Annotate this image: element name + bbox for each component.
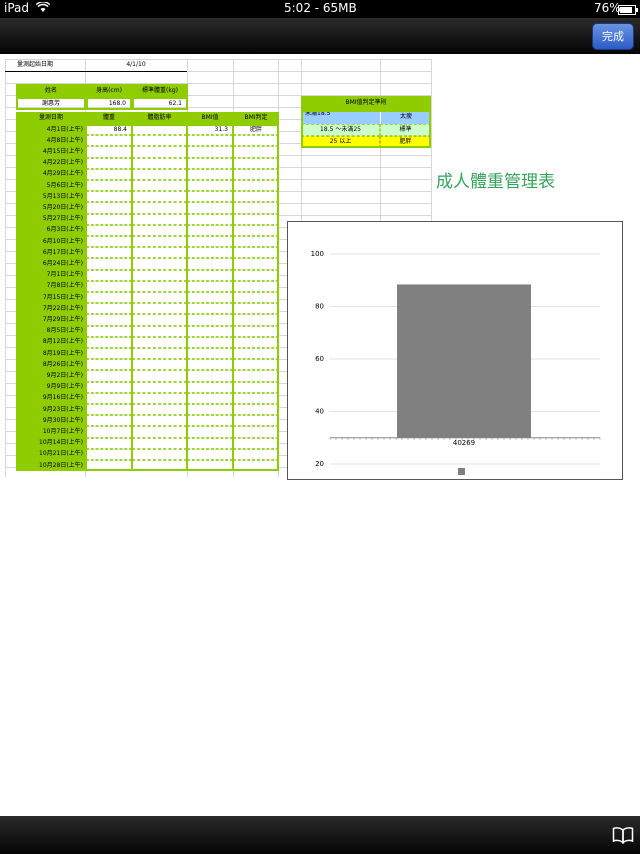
table-col-divider — [186, 124, 188, 472]
x-tick-label: 40269 — [453, 439, 475, 447]
battery-icon — [618, 4, 638, 18]
wifi-icon — [35, 1, 51, 16]
table-frame — [16, 124, 279, 472]
bmi-criteria-title: BMI值判定準則 — [301, 96, 431, 110]
bar — [397, 284, 531, 438]
name-header: 姓名 — [16, 84, 86, 97]
table-col-divider — [85, 124, 87, 472]
bottom-bar — [0, 816, 640, 854]
weight-chart[interactable]: 20 40 60 80 100 40269 — [287, 221, 623, 480]
start-date-value[interactable]: 4/1/10 — [85, 59, 187, 72]
height-header: 身高(cm) — [86, 84, 132, 97]
header-weight: 體重 — [86, 112, 132, 124]
start-date-label: 量測起始日期 — [5, 59, 85, 72]
y-tick-label: 60 — [315, 355, 324, 363]
book-icon[interactable] — [612, 826, 634, 845]
done-button[interactable]: 完成 — [592, 23, 634, 50]
toolbar: 完成 — [0, 18, 640, 54]
legend-swatch — [458, 468, 465, 475]
chart-svg: 20 40 60 80 100 40269 — [311, 250, 601, 475]
header-judgement: BMI判定 — [233, 112, 279, 124]
status-bar: iPad 5:02 - 65MB 76% — [0, 0, 640, 18]
grid-vline — [5, 59, 6, 477]
clock: 5:02 - 65MB — [284, 1, 357, 15]
page-title: 成人體重管理表 — [436, 172, 555, 192]
spreadsheet: 量測起始日期 4/1/10 姓名 身高(cm) 標準體重(kg) 謝惠芳 168… — [0, 55, 640, 816]
y-tick-label: 20 — [315, 460, 324, 468]
header-bmi: BMI值 — [187, 112, 233, 124]
header-bodyfat: 體脂肪率 — [132, 112, 187, 124]
name-value[interactable]: 謝惠芳 — [16, 97, 86, 110]
table-col-divider — [131, 124, 133, 472]
std-weight-value[interactable]: 62.1 — [132, 97, 188, 110]
height-value[interactable]: 168.0 — [86, 97, 132, 110]
y-tick-label: 80 — [315, 303, 324, 311]
header-date: 量測日期 — [16, 112, 86, 124]
battery-percent: 76% — [594, 1, 621, 15]
std-weight-header: 標準體重(kg) — [132, 84, 188, 97]
bmi-criteria-frame — [301, 110, 431, 148]
device-name: iPad — [4, 1, 30, 15]
y-tick-label: 100 — [311, 250, 324, 258]
y-tick-label: 40 — [315, 408, 324, 416]
table-col-divider — [232, 124, 234, 472]
